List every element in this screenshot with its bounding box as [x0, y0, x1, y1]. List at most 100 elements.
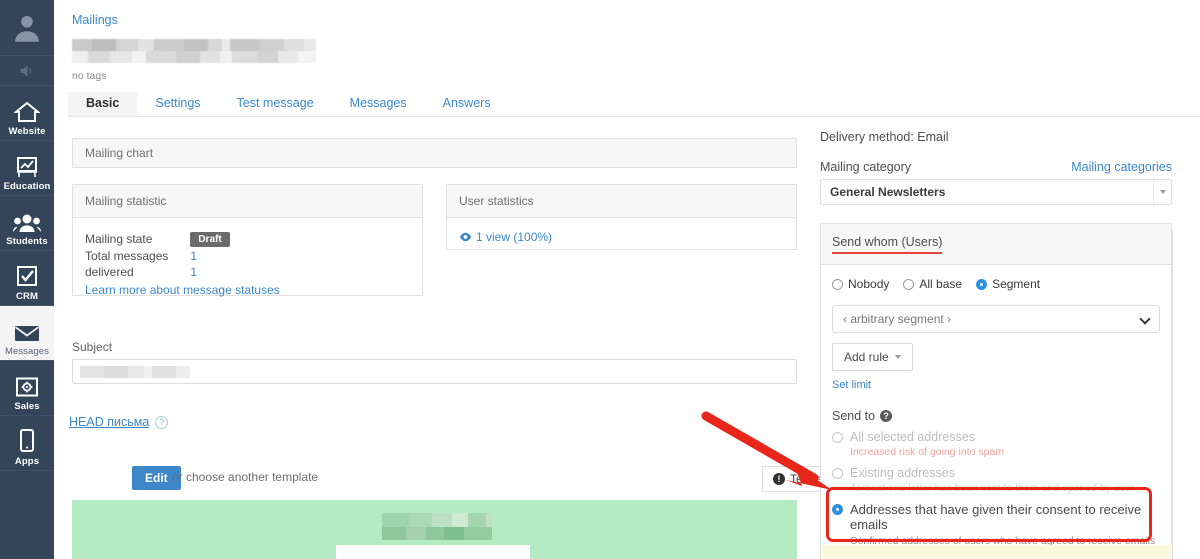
sidebar-item-label: Website	[8, 125, 46, 137]
radio-nobody[interactable]: Nobody	[832, 277, 889, 291]
user-avatar[interactable]	[0, 0, 54, 56]
option-body: Existing addresses At least one letter h…	[850, 466, 1134, 494]
chevron-down-icon[interactable]	[1153, 180, 1171, 204]
subject-input[interactable]	[72, 359, 797, 384]
user-statistics-panel: User statistics 1 view (100%)	[446, 184, 797, 250]
mailing-chart-title: Mailing chart	[73, 139, 796, 167]
learn-more-link[interactable]: Learn more about message statuses	[85, 283, 280, 297]
sidebar-item-label: CRM	[16, 290, 38, 302]
table-row: Total messages 1	[85, 248, 230, 264]
option-label: Addresses that have given their consent …	[850, 502, 1142, 532]
segment-select[interactable]: ‹ arbitrary segment ›	[832, 305, 1160, 333]
tab-answers[interactable]: Answers	[425, 92, 509, 116]
set-limit-link[interactable]: Set limit	[832, 379, 1160, 391]
mailing-title-redacted	[72, 39, 316, 63]
phone-icon	[18, 427, 36, 453]
envelope-icon	[14, 317, 40, 343]
option-label: All selected addresses	[850, 430, 976, 444]
users-icon	[13, 207, 41, 233]
send-whom-body: Nobody All base Segment ‹ arbitrary segm…	[821, 265, 1171, 559]
sidebar-item-label: Students	[6, 235, 48, 247]
sidebar-item-label: Messages	[4, 345, 50, 357]
radio-segment[interactable]: Segment	[976, 277, 1040, 291]
send-whom-panel: Send whom (Users) Nobody All base Segmen…	[820, 223, 1172, 559]
mailing-statistic-panel: Mailing statistic Mailing state Draft To…	[72, 184, 423, 297]
option-sub-warning: Increased risk of going into spam	[850, 446, 1005, 458]
stat-value: 1	[190, 265, 198, 279]
send-to-header: Send to ?	[832, 409, 1160, 423]
tab-settings[interactable]: Settings	[137, 92, 218, 116]
chevron-down-icon	[1139, 313, 1151, 325]
stat-key: delivered	[85, 265, 134, 279]
choose-template-text[interactable]: or choose another template	[172, 470, 318, 484]
head-of-letter-label: HEAD письма	[69, 415, 150, 429]
announcements-button[interactable]	[0, 56, 54, 86]
tab-messages[interactable]: Messages	[332, 92, 425, 116]
send-whom-header: Send whom (Users)	[821, 224, 1171, 265]
sidebar-item-students[interactable]: Students	[0, 196, 54, 251]
right-settings-column: Delivery method: Email Mailing category …	[820, 130, 1172, 559]
sidebar-item-education[interactable]: Education	[0, 141, 54, 196]
send-to-label: Send to	[832, 409, 876, 423]
sidebar-item-label: Sales	[14, 400, 40, 412]
send-whom-title: Send whom (Users)	[832, 235, 943, 254]
add-rule-button[interactable]: Add rule	[832, 343, 913, 371]
speaker-icon	[20, 64, 31, 77]
stat-key: Mailing state	[85, 232, 153, 246]
tab-test-message[interactable]: Test message	[219, 92, 332, 116]
sidebar-item-sales[interactable]: Sales	[0, 361, 54, 416]
option-label: Existing addresses	[850, 466, 955, 480]
mailing-statistic-table: Mailing state Draft Total messages 1 del…	[85, 230, 230, 280]
radio-indicator	[832, 504, 843, 515]
user-statistics-title: User statistics	[447, 185, 796, 218]
table-row: Mailing state Draft	[85, 230, 230, 248]
radio-indicator	[832, 278, 843, 290]
stat-value: 1	[190, 249, 198, 263]
checkbox-icon	[15, 262, 39, 288]
info-badge-icon: !	[773, 473, 785, 485]
mailing-category-row: Mailing category Mailing categories	[820, 160, 1172, 174]
user-statistics-body: 1 view (100%)	[447, 218, 796, 256]
chart-easel-icon	[15, 152, 39, 178]
user-avatar-icon	[15, 15, 39, 42]
mailing-statistic-title: Mailing statistic	[73, 185, 422, 218]
template-logo-redacted	[382, 513, 492, 540]
sidebar-item-messages[interactable]: Messages	[0, 306, 54, 361]
home-icon	[14, 97, 40, 123]
mailing-category-select[interactable]: General Newsletters	[820, 179, 1172, 205]
subject-value-redacted	[80, 366, 190, 378]
radio-all-base[interactable]: All base	[903, 277, 962, 291]
main-sidebar: Website Education Students CRM Messages …	[0, 0, 54, 559]
option-existing-addresses[interactable]: Existing addresses At least one letter h…	[832, 466, 1160, 494]
subject-label: Subject	[72, 340, 113, 354]
table-row: delivered 1	[85, 264, 230, 280]
template-content-card	[336, 545, 530, 559]
views-count[interactable]: 1 view (100%)	[459, 230, 784, 244]
tab-basic[interactable]: Basic	[68, 92, 138, 116]
app-root: Website Education Students CRM Messages …	[0, 0, 1200, 559]
mailing-category-label: Mailing category	[820, 160, 912, 174]
eye-icon	[459, 232, 472, 242]
caret-down-icon	[894, 355, 901, 359]
question-mark-icon[interactable]: ?	[880, 410, 893, 422]
radio-label: All base	[919, 277, 963, 291]
right-panel-edge	[1172, 230, 1173, 559]
sidebar-filler	[0, 471, 54, 559]
radio-indicator	[832, 468, 843, 479]
sidebar-item-crm[interactable]: CRM	[0, 251, 54, 306]
head-of-letter-link[interactable]: HEAD письма ?	[69, 415, 169, 429]
notice-strip	[822, 545, 1172, 559]
option-body: All selected addresses Increased risk of…	[850, 430, 1004, 458]
send-whom-radio-group: Nobody All base Segment	[832, 277, 1160, 291]
sidebar-item-label: Apps	[14, 455, 40, 467]
template-preview[interactable]	[72, 500, 797, 559]
option-all-selected-addresses[interactable]: All selected addresses Increased risk of…	[832, 430, 1160, 458]
delivery-method-label: Delivery method: Email	[820, 130, 949, 144]
question-mark-icon[interactable]: ?	[155, 415, 169, 429]
mailing-categories-link[interactable]: Mailing categories	[1071, 160, 1172, 174]
sidebar-item-website[interactable]: Website	[0, 86, 54, 141]
breadcrumb[interactable]: Mailings	[72, 13, 118, 27]
main-content: Mailings no tags Basic Settings Test mes…	[54, 0, 1200, 559]
sidebar-item-apps[interactable]: Apps	[0, 416, 54, 471]
mailing-chart-panel[interactable]: Mailing chart	[72, 138, 797, 168]
